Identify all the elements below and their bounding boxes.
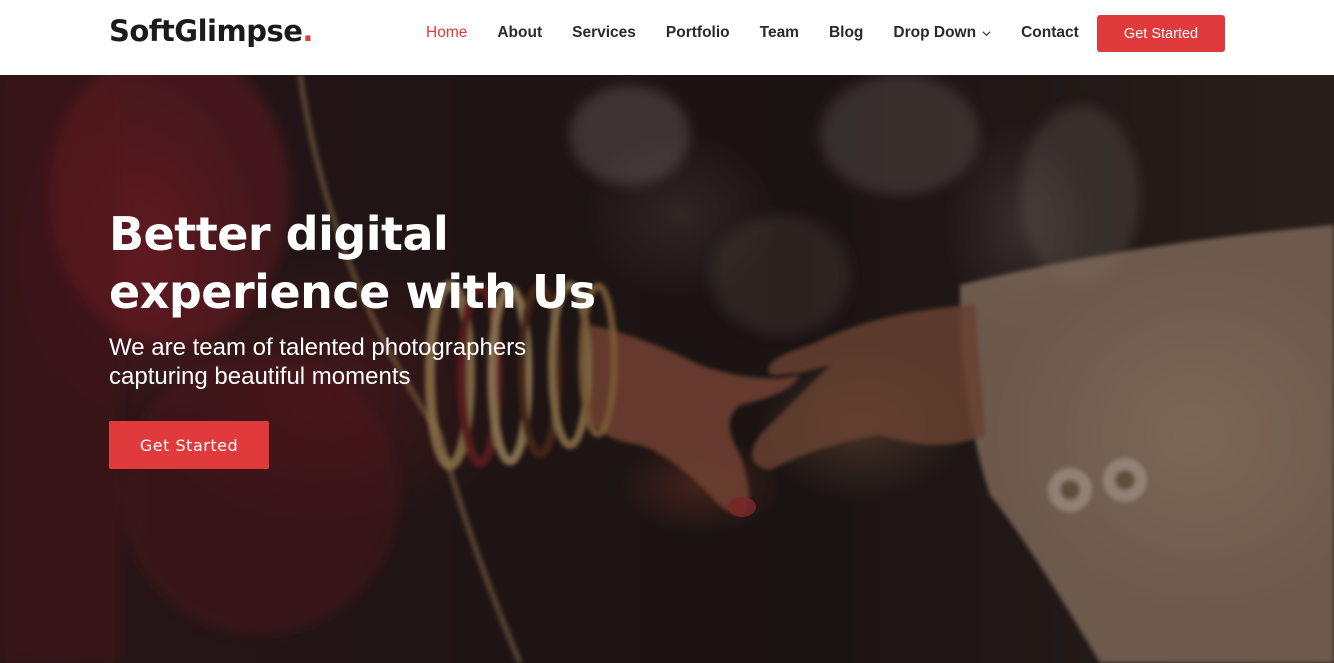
hero-get-started-button[interactable]: Get Started	[109, 421, 269, 469]
nav-item-blog[interactable]: Blog	[814, 24, 878, 42]
nav-item-home[interactable]: Home	[411, 24, 482, 42]
hero-section: Better digital experience with Us We are…	[0, 75, 1334, 663]
nav-item-drop-down[interactable]: Drop Down	[878, 24, 1006, 42]
brand-logo[interactable]: SoftGlimpse.	[109, 14, 313, 48]
hero-title-line-2: experience with Us	[109, 265, 596, 319]
nav-item-contact[interactable]: Contact	[1006, 24, 1094, 42]
hero-subtitle-line-1: We are team of talented photographers	[109, 334, 527, 361]
nav-item-about[interactable]: About	[482, 24, 557, 42]
hero-subtitle-line-2: capturing beautiful moments	[109, 363, 411, 390]
nav-item-team[interactable]: Team	[745, 24, 814, 42]
brand-name: SoftGlimpse	[109, 14, 303, 48]
hero-title: Better digital experience with Us	[109, 205, 629, 321]
brand-dot: .	[302, 14, 313, 48]
site-header: SoftGlimpse. Home About Services Portfol…	[0, 0, 1334, 75]
chevron-down-icon	[982, 30, 991, 36]
hero-title-line-1: Better digital	[109, 207, 449, 261]
nav-item-portfolio[interactable]: Portfolio	[651, 24, 745, 42]
hero-subtitle: We are team of talented photographers ca…	[109, 333, 579, 391]
nav-item-drop-down-label: Drop Down	[893, 24, 977, 41]
hero-content: Better digital experience with Us We are…	[109, 205, 629, 469]
nav-item-services[interactable]: Services	[557, 24, 651, 42]
main-nav: Home About Services Portfolio Team Blog …	[411, 0, 1094, 66]
header-get-started-button[interactable]: Get Started	[1097, 15, 1225, 52]
